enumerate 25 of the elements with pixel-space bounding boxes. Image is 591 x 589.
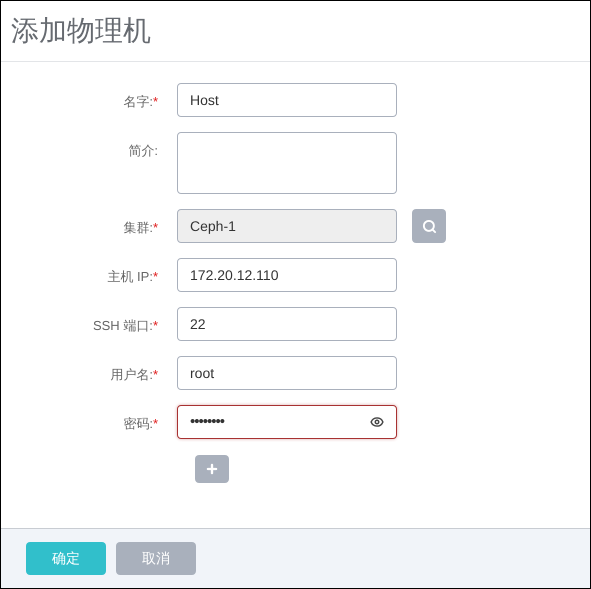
field-label: 用户名:* — [110, 367, 158, 382]
masked-password: •••••••• — [190, 412, 224, 432]
field-value: Ceph-1 — [190, 216, 236, 236]
field-label: 密码:* — [123, 416, 158, 431]
field-label: 集群:* — [123, 220, 158, 235]
eye-icon[interactable] — [370, 415, 384, 429]
input-field[interactable]: 22 — [177, 307, 397, 341]
field-label: 简介: — [128, 143, 158, 158]
field-value: Host — [190, 90, 219, 110]
plus-icon — [205, 462, 219, 476]
input-field[interactable]: root — [177, 356, 397, 390]
dialog-title: 添加物理机 — [11, 13, 151, 49]
field-label: 主机 IP:* — [107, 269, 158, 284]
search-button[interactable] — [412, 209, 446, 243]
field-label: 名字:* — [123, 94, 158, 109]
add-button[interactable] — [195, 455, 229, 483]
search-icon — [422, 218, 436, 234]
field-value: 22 — [190, 314, 206, 334]
password-field[interactable]: •••••••• — [177, 405, 397, 439]
field-value: root — [190, 364, 214, 382]
input-field[interactable]: Host — [177, 83, 397, 117]
field-value: 172.20.12.110 — [190, 266, 278, 284]
input-field[interactable]: 172.20.12.110 — [177, 258, 397, 292]
description-field[interactable] — [177, 132, 397, 194]
field-label: SSH 端口:* — [92, 318, 158, 333]
